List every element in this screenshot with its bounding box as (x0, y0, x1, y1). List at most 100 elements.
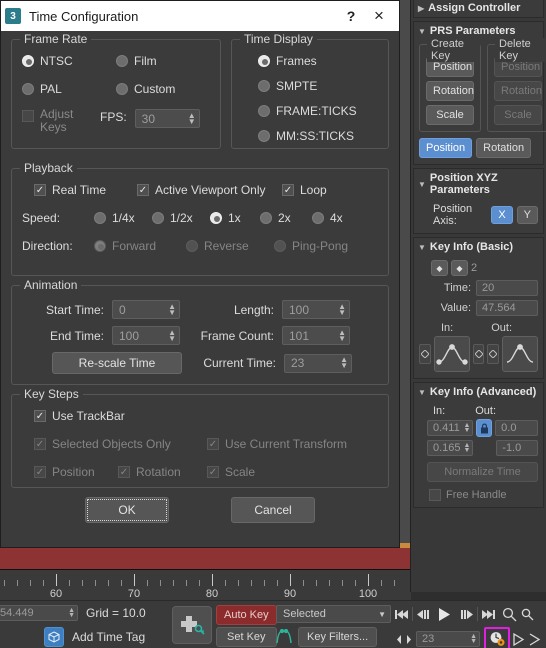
auto-key-button[interactable]: Auto Key (216, 605, 277, 625)
help-icon[interactable]: ? (337, 3, 365, 29)
normalize-time-button[interactable]: Normalize Time (427, 462, 538, 482)
fps-spinner[interactable]: 30 ▲ ▼ (134, 109, 200, 128)
selected-objects-only-option[interactable]: ✓ Selected Objects Only (22, 437, 207, 451)
set-key-button[interactable]: Set Key (216, 627, 277, 647)
radio-direction-reverse[interactable] (186, 240, 198, 252)
current-frame-spinner[interactable]: 23 ▲ ▼ (416, 631, 480, 647)
speed-option-1x[interactable]: 1x (210, 211, 260, 225)
playback-active-viewport[interactable]: ✓ Active Viewport Only (137, 183, 282, 197)
key-filters-button[interactable]: Key Filters... (298, 627, 378, 647)
create-key-rotation-button[interactable]: Rotation (426, 81, 474, 101)
radio-direction-pingpong[interactable] (274, 240, 286, 252)
active-viewport-checkbox[interactable]: ✓ (137, 184, 149, 196)
radio-speed-4x[interactable] (312, 212, 324, 224)
ok-button[interactable]: OK (85, 497, 169, 523)
rescale-time-button[interactable]: Re-scale Time (52, 352, 182, 374)
key-steps-scale-checkbox[interactable]: ✓ (207, 466, 219, 478)
radio-custom[interactable] (116, 83, 128, 95)
direction-option-reverse[interactable]: Reverse (186, 239, 274, 253)
next-key-button[interactable]: ◆ (451, 260, 468, 276)
use-current-transform-option[interactable]: ✓ Use Current Transform (207, 437, 347, 451)
radio-ntsc[interactable] (22, 55, 34, 67)
current-time-spinner[interactable]: 23 ▲ ▼ (284, 353, 352, 373)
axis-button-y[interactable]: Y (516, 206, 538, 224)
zoom-extents-icon[interactable] (520, 605, 534, 623)
key-value-spinner[interactable]: 47.564 (476, 300, 538, 316)
key-filter-dropdown[interactable]: Selected ▼ (276, 605, 391, 623)
next-frame-button[interactable] (457, 605, 477, 623)
radio-pal[interactable] (22, 83, 34, 95)
playback-real-time[interactable]: ✓ Real Time (22, 183, 137, 197)
key-steps-position-option[interactable]: ✓ Position (22, 465, 118, 479)
time-display-option-mmssticks[interactable]: MM:SS:TICKS (246, 129, 378, 143)
key-steps-position-checkbox[interactable]: ✓ (34, 466, 46, 478)
frame-rate-option-custom[interactable]: Custom (116, 82, 210, 96)
start-time-spinner[interactable]: 0 ▲ ▼ (112, 300, 180, 319)
rollout-key-info-basic[interactable]: ▼ Key Info (Basic) ◆ ◆ 2 Time: 20 Value: (413, 237, 544, 379)
go-to-start-button[interactable] (392, 605, 412, 623)
close-icon[interactable]: × (365, 3, 393, 29)
rollout-position-xyz[interactable]: ▼ Position XYZ Parameters Position Axis:… (413, 168, 544, 234)
delete-key-rotation-button[interactable]: Rotation (494, 81, 542, 101)
radio-speed-2x[interactable] (260, 212, 272, 224)
speed-option-quarter[interactable]: 1/4x (94, 211, 152, 225)
tangent-in-next-button[interactable] (472, 344, 485, 364)
set-key-toggle-button[interactable] (172, 606, 212, 644)
prev-key-button[interactable]: ◆ (431, 260, 448, 276)
length-spinner[interactable]: 100 ▲ ▼ (282, 300, 350, 319)
play-button[interactable] (433, 605, 457, 623)
radio-speed-quarter[interactable] (94, 212, 106, 224)
time-display-option-frames[interactable]: Frames (246, 54, 378, 68)
time-configuration-button[interactable] (487, 630, 507, 648)
key-mode-toggle-button[interactable] (394, 630, 414, 648)
adjust-keys-checkbox[interactable] (22, 110, 34, 122)
advanced-out-value-2-spinner[interactable]: -1.0 (496, 440, 538, 456)
use-current-transform-checkbox[interactable]: ✓ (207, 438, 219, 450)
assign-controller-header[interactable]: ▶ Assign Controller (414, 0, 543, 17)
create-key-scale-button[interactable]: Scale (426, 105, 474, 125)
radio-film[interactable] (116, 55, 128, 67)
add-time-tag-label[interactable]: Add Time Tag (72, 630, 145, 644)
free-handle-checkbox[interactable] (429, 489, 441, 501)
delete-key-scale-button[interactable]: Scale (494, 105, 542, 125)
time-display-option-smpte[interactable]: SMPTE (246, 79, 378, 93)
advanced-out-value-1-spinner[interactable]: 0.0 (495, 420, 538, 436)
tangent-in-type-button[interactable] (433, 336, 470, 372)
orbit-view-icon[interactable] (528, 630, 542, 648)
go-to-end-button[interactable] (478, 605, 498, 623)
selected-objects-only-checkbox[interactable]: ✓ (34, 438, 46, 450)
tangent-in-prev-button[interactable] (419, 344, 431, 364)
lock-tangent-icon[interactable] (476, 419, 493, 437)
key-steps-scale-option[interactable]: ✓ Scale (207, 465, 255, 479)
end-time-spinner[interactable]: 100 ▲ ▼ (112, 326, 180, 345)
radio-speed-half[interactable] (152, 212, 164, 224)
key-filter-curve-icon[interactable] (273, 627, 295, 647)
tangent-out-prev-button[interactable] (487, 344, 500, 364)
radio-speed-1x[interactable] (210, 212, 222, 224)
speed-option-half[interactable]: 1/2x (152, 211, 210, 225)
rollout-key-info-advanced[interactable]: ▼ Key Info (Advanced) In: Out: 0.411 ▲▼ (413, 382, 544, 508)
radio-frames[interactable] (258, 55, 270, 67)
dialog-title-bar[interactable]: 3 Time Configuration ? × (1, 1, 399, 31)
direction-option-forward[interactable]: Forward (94, 239, 186, 253)
use-trackbar-option[interactable]: ✓ Use TrackBar (22, 409, 378, 423)
rollout-assign-controller[interactable]: ▶ Assign Controller (413, 0, 544, 18)
frame-count-spinner[interactable]: 101 ▲ ▼ (282, 326, 350, 345)
use-trackbar-checkbox[interactable]: ✓ (34, 410, 46, 422)
key-info-advanced-header[interactable]: ▼ Key Info (Advanced) (414, 383, 543, 401)
radio-frame-ticks[interactable] (258, 105, 270, 117)
frame-rate-option-film[interactable]: Film (116, 54, 210, 68)
prs-toggle-position[interactable]: Position (419, 138, 473, 158)
timeline-ruler[interactable]: 60 70 80 90 100 (0, 570, 411, 600)
radio-mmss-ticks[interactable] (258, 130, 270, 142)
direction-option-pingpong[interactable]: Ping-Pong (274, 239, 348, 253)
advanced-in-value-1-spinner[interactable]: 0.411 ▲ ▼ (427, 420, 474, 436)
playback-loop[interactable]: ✓ Loop (282, 183, 327, 197)
key-steps-rotation-option[interactable]: ✓ Rotation (118, 465, 207, 479)
coordinate-spinner[interactable]: 54.449 ▲ ▼ (0, 605, 78, 621)
speed-option-4x[interactable]: 4x (312, 211, 343, 225)
prs-toggle-rotation[interactable]: Rotation (476, 138, 532, 158)
key-info-basic-header[interactable]: ▼ Key Info (Basic) (414, 238, 543, 256)
real-time-checkbox[interactable]: ✓ (34, 184, 46, 196)
previous-frame-button[interactable] (413, 605, 433, 623)
